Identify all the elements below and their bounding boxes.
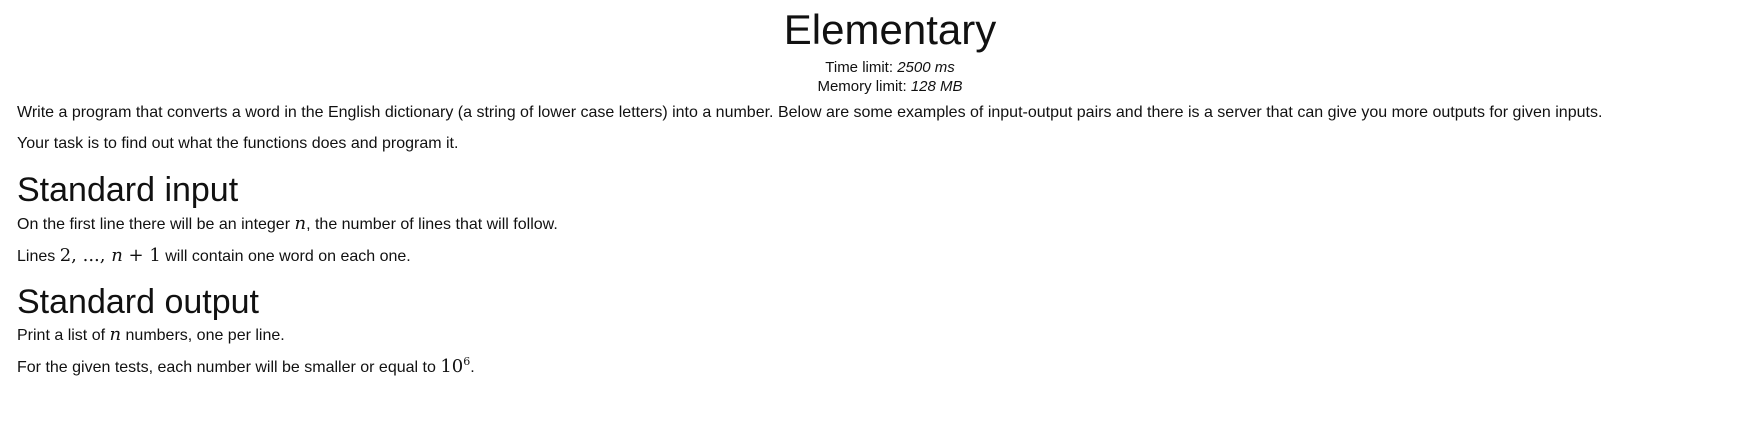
input-line-1-post: , the number of lines that will follow. (306, 216, 558, 233)
output-line-1-pre: Print a list of (17, 327, 110, 344)
output-line-2-pre: For the given tests, each number will be… (17, 359, 441, 376)
memory-limit-label: Memory limit: (817, 78, 907, 95)
time-limit-label: Time limit: (825, 59, 894, 76)
memory-limit-value: 128 MB (910, 78, 963, 95)
output-line-2-post: . (470, 359, 475, 376)
input-line-1: On the first line there will be an integ… (17, 214, 558, 235)
input-line-2-math: 2, ..., n + 1 (59, 245, 161, 266)
problem-title: Elementary (783, 6, 997, 53)
input-line-2-pre: Lines (17, 248, 60, 265)
output-line-1-post: numbers, one per line. (121, 327, 285, 344)
input-heading: Standard input (17, 171, 239, 209)
output-heading: Standard output (17, 283, 259, 321)
input-line-1-var: n (294, 213, 307, 234)
statement-paragraph-1: Write a program that converts a word in … (17, 104, 1603, 121)
time-limit-value: 2500 ms (897, 59, 955, 76)
time-limit: Time limit: 2500 ms (0, 58, 1760, 77)
input-line-2: Lines 2, ..., n + 1 will contain one wor… (17, 246, 411, 267)
input-line-1-pre: On the first line there will be an integ… (17, 216, 295, 233)
output-line-2-math: 106 (440, 355, 471, 377)
output-line-1: Print a list of n numbers, one per line. (17, 325, 285, 346)
problem-page: Elementary Time limit: 2500 ms Memory li… (0, 0, 1760, 431)
output-line-1-var: n (109, 324, 122, 345)
input-line-2-post: will contain one word on each one. (160, 248, 411, 265)
memory-limit: Memory limit: 128 MB (0, 77, 1760, 96)
output-line-2: For the given tests, each number will be… (17, 355, 475, 378)
statement-paragraph-2: Your task is to find out what the functi… (17, 135, 459, 152)
